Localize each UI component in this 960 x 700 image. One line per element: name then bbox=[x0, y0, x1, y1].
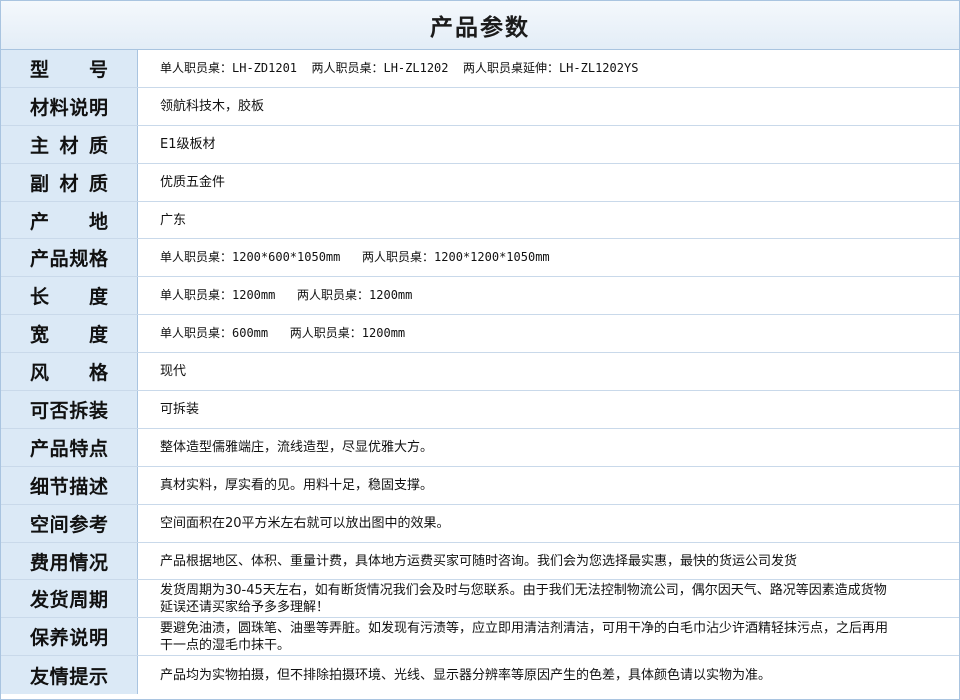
row-value: 产品均为实物拍摄，但不排除拍摄环境、光线、显示器分辨率等原因产生的色差，具体颜色… bbox=[160, 667, 772, 683]
row-label: 可否拆装 bbox=[1, 391, 138, 428]
row-value: 整体造型儒雅端庄，流线造型，尽显优雅大方。 bbox=[160, 439, 434, 455]
row-label-text: 材料说明 bbox=[30, 96, 108, 119]
row-value: 真材实料，厚实看的见。用料十足，稳固支撑。 bbox=[160, 477, 434, 493]
row-label: 产品特点 bbox=[1, 428, 138, 466]
table-row: 副 材 质 优质五金件 bbox=[1, 163, 959, 202]
param-rows: 型 号 单人职员桌：LH-ZD1201 两人职员桌：LH-ZL1202 两人职员桌… bbox=[1, 50, 959, 695]
row-label-text: 保养说明 bbox=[30, 627, 108, 650]
table-row: 主 材 质 E1级板材 bbox=[1, 125, 959, 164]
row-label: 风 格 bbox=[1, 353, 138, 391]
row-label-text: 型 号 bbox=[30, 58, 108, 81]
row-value: 单人职员桌：LH-ZD1201 两人职员桌：LH-ZL1202 两人职员桌延伸：… bbox=[160, 60, 639, 75]
row-label-text: 宽 度 bbox=[30, 324, 108, 347]
row-label-text: 空间参考 bbox=[30, 513, 108, 536]
row-label-text: 风 格 bbox=[30, 362, 108, 385]
table-title: 产品参数 bbox=[1, 1, 959, 50]
row-value: 产品根据地区、体积、重量计费，具体地方运费买家可随时咨询。我们会为您选择最实惠，… bbox=[160, 553, 798, 569]
row-label-text: 产 地 bbox=[30, 210, 108, 233]
row-value: 单人职员桌：1200*600*1050mm 两人职员桌：1200*1200*10… bbox=[160, 250, 550, 265]
row-label-text: 副 材 质 bbox=[30, 172, 108, 195]
table-row: 风 格 现代 bbox=[1, 353, 959, 392]
row-label: 长 度 bbox=[1, 277, 138, 315]
row-label: 副 材 质 bbox=[1, 163, 138, 201]
row-label: 产 地 bbox=[1, 201, 138, 239]
row-label: 宽 度 bbox=[1, 315, 138, 353]
row-label-text: 细节描述 bbox=[30, 475, 108, 498]
row-value: 单人职员桌：1200mm 两人职员桌：1200mm bbox=[160, 288, 413, 303]
row-value: 广东 bbox=[160, 212, 187, 228]
table-row: 保养说明 要避免油渍，圆珠笔、油墨等弄脏。如发现有污渍等，应立即用清洁剂清洁，可用… bbox=[1, 618, 959, 657]
row-label: 友情提示 bbox=[1, 656, 138, 695]
table-row: 宽 度 单人职员桌：600mm 两人职员桌：1200mm bbox=[1, 315, 959, 354]
row-value: 要避免油渍，圆珠笔、油墨等弄脏。如发现有污渍等，应立即用清洁剂清洁，可用干净的白… bbox=[160, 620, 889, 653]
table-row: 型 号 单人职员桌：LH-ZD1201 两人职员桌：LH-ZL1202 两人职员桌… bbox=[1, 50, 959, 88]
table-row: 产品规格 单人职员桌：1200*600*1050mm 两人职员桌：1200*120… bbox=[1, 239, 959, 278]
row-label: 细节描述 bbox=[1, 466, 138, 504]
row-value: 空间面积在20平方米左右就可以放出图中的效果。 bbox=[160, 515, 450, 531]
row-label-text: 费用情况 bbox=[30, 551, 108, 574]
row-label: 空间参考 bbox=[1, 504, 138, 542]
product-params-table: 产品参数 型 号 单人职员桌：LH-ZD1201 两人职员桌：LH-ZL1202 … bbox=[0, 0, 960, 700]
row-label-text: 可否拆装 bbox=[30, 399, 108, 422]
row-value: 可拆装 bbox=[160, 401, 200, 417]
row-value: 发货周期为30-45天左右，如有断货情况我们会及时与您联系。由于我们无法控制物流… bbox=[160, 582, 887, 615]
table-row: 细节描述 真材实料，厚实看的见。用料十足，稳固支撑。 bbox=[1, 466, 959, 505]
table-row: 空间参考 空间面积在20平方米左右就可以放出图中的效果。 bbox=[1, 504, 959, 543]
row-label: 主 材 质 bbox=[1, 125, 138, 163]
row-value: 领航科技木，胶板 bbox=[160, 98, 265, 114]
row-label: 发货周期 bbox=[1, 580, 138, 618]
row-label: 费用情况 bbox=[1, 542, 138, 580]
row-label-text: 友情提示 bbox=[30, 665, 108, 688]
table-row: 可否拆装 可拆装 bbox=[1, 391, 959, 429]
row-value: 单人职员桌：600mm 两人职员桌：1200mm bbox=[160, 326, 406, 341]
row-value: 现代 bbox=[160, 364, 187, 380]
row-label: 型 号 bbox=[1, 50, 138, 87]
row-label: 材料说明 bbox=[1, 87, 138, 125]
row-label-text: 产品规格 bbox=[30, 248, 108, 271]
row-label-text: 产品特点 bbox=[30, 437, 108, 460]
table-row: 产 地 广东 bbox=[1, 201, 959, 240]
row-value: 优质五金件 bbox=[160, 174, 226, 190]
table-row: 发货周期 发货周期为30-45天左右，如有断货情况我们会及时与您联系。由于我们无法… bbox=[1, 580, 959, 619]
row-label-text: 主 材 质 bbox=[30, 134, 108, 157]
table-row: 费用情况 产品根据地区、体积、重量计费，具体地方运费买家可随时咨询。我们会为您选择… bbox=[1, 542, 959, 581]
row-label: 保养说明 bbox=[1, 618, 138, 656]
row-label: 产品规格 bbox=[1, 239, 138, 277]
table-row: 产品特点 整体造型儒雅端庄，流线造型，尽显优雅大方。 bbox=[1, 428, 959, 467]
table-row: 材料说明 领航科技木，胶板 bbox=[1, 87, 959, 126]
table-row: 友情提示 产品均为实物拍摄，但不排除拍摄环境、光线、显示器分辨率等原因产生的色差，… bbox=[1, 656, 959, 695]
row-value: E1级板材 bbox=[160, 136, 216, 152]
table-row: 长 度 单人职员桌：1200mm 两人职员桌：1200mm bbox=[1, 277, 959, 316]
row-label-text: 长 度 bbox=[30, 286, 108, 309]
row-label-text: 发货周期 bbox=[30, 589, 108, 612]
